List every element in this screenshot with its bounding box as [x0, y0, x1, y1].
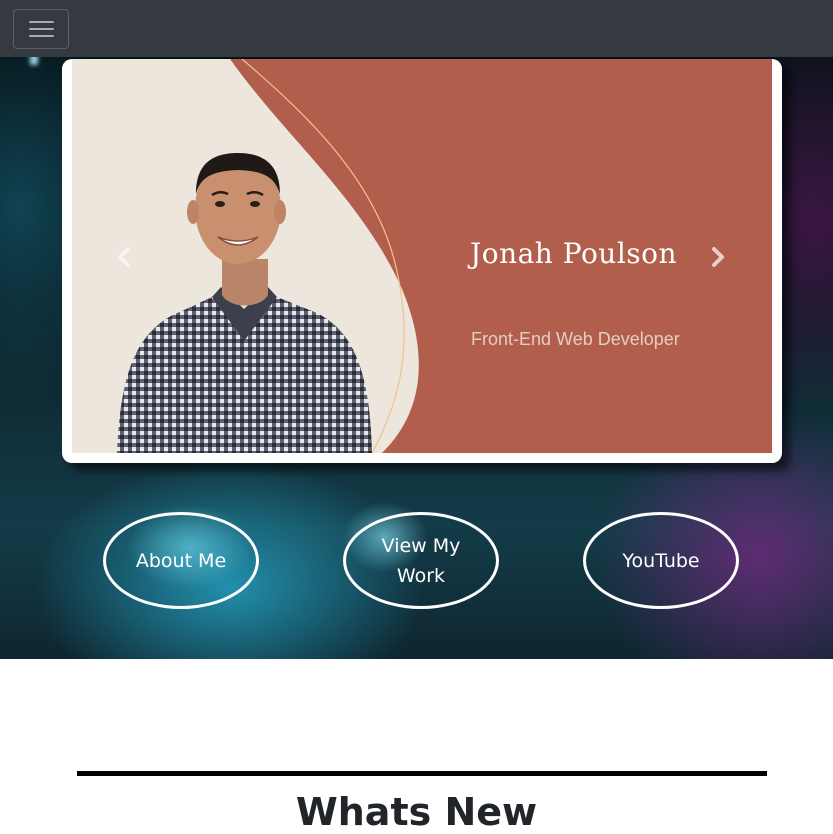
profile-carousel: Jonah Poulson Front-End Web Developer: [62, 59, 782, 463]
view-my-work-label-line1: View My: [381, 534, 461, 557]
view-my-work-label-line2: Work: [396, 564, 446, 587]
youtube-button[interactable]: YouTube: [583, 512, 739, 609]
about-me-button[interactable]: About Me: [103, 512, 259, 609]
view-my-work-button[interactable]: View My Work: [343, 512, 499, 609]
chevron-left-icon: [118, 247, 130, 267]
top-navbar: [0, 0, 833, 57]
youtube-label: YouTube: [622, 549, 700, 572]
whats-new-heading: Whats New: [295, 790, 538, 834]
section-divider: [77, 771, 767, 776]
carousel-next-button[interactable]: [706, 242, 730, 272]
slide-subtitle: Front-End Web Developer: [471, 329, 680, 349]
carousel-slide: Jonah Poulson Front-End Web Developer: [72, 59, 772, 453]
ceiling-light: [30, 57, 38, 65]
about-me-label: About Me: [135, 549, 227, 572]
hero-section: Jonah Poulson Front-End Web Developer Ab…: [0, 57, 833, 659]
carousel-prev-button[interactable]: [112, 242, 136, 272]
slide-title: Jonah Poulson: [470, 237, 678, 270]
chevron-right-icon: [712, 247, 724, 267]
navbar-toggle-button[interactable]: [13, 9, 69, 49]
view-my-work-label: View My Work: [382, 531, 461, 591]
